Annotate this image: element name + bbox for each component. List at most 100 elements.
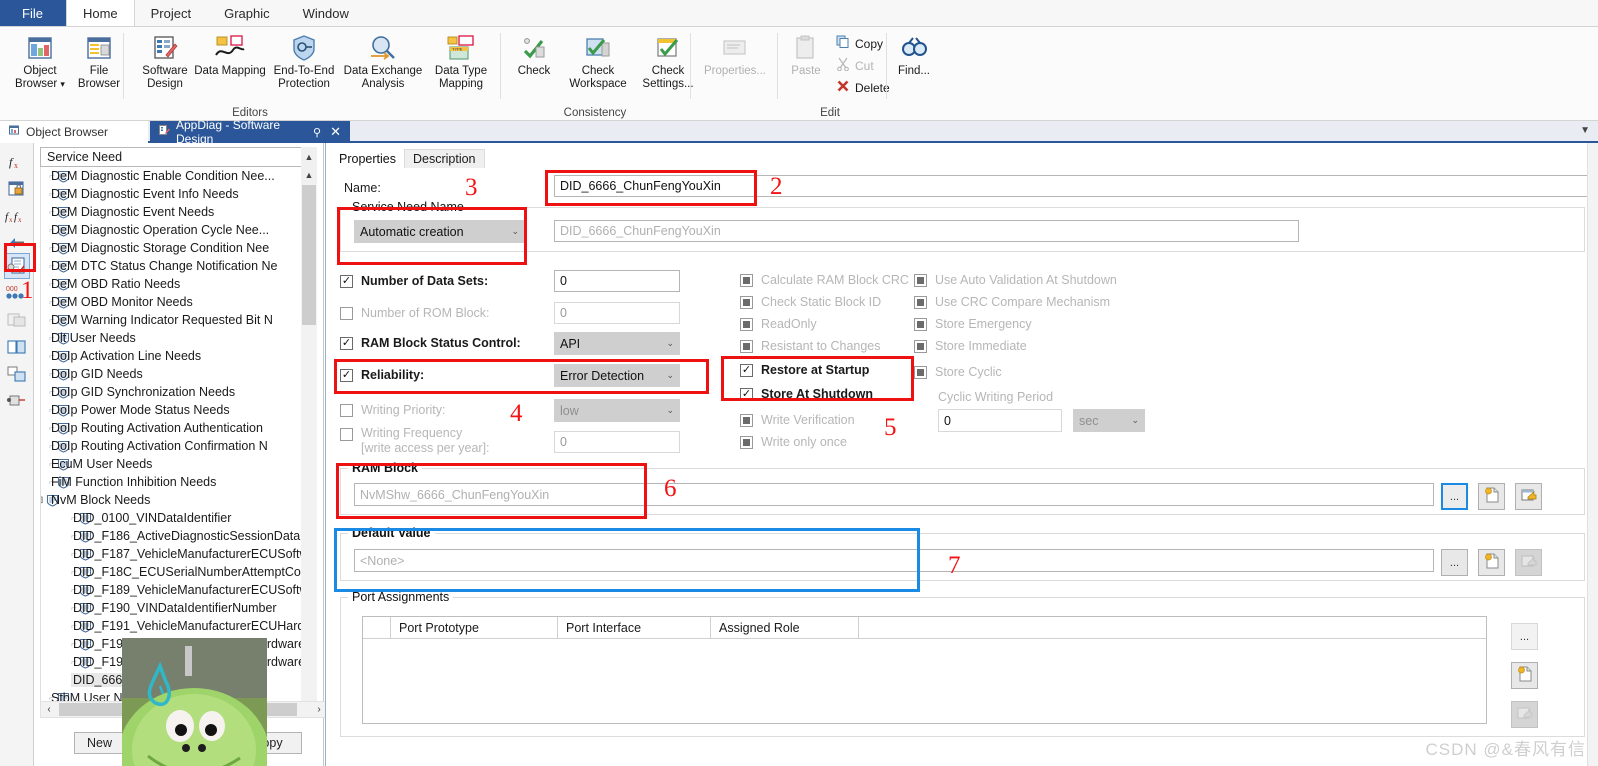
- data-type-mapping-button[interactable]: TYPE Data Type Mapping: [423, 31, 499, 91]
- default-value-browse-button[interactable]: ...: [1441, 549, 1468, 576]
- port-assignments-new-button[interactable]: [1511, 662, 1538, 689]
- use-crc-compare-mechanism-checkbox[interactable]: [914, 295, 927, 309]
- use-crc-compare-mechanism-row[interactable]: Use CRC Compare Mechanism: [914, 295, 1110, 309]
- end-to-end-protection-button[interactable]: End-To-End Protection: [265, 31, 343, 91]
- tree-item[interactable]: ⌐ DeM Diagnostic Operation Cycle Nee...: [41, 221, 312, 239]
- port-assignments-table[interactable]: Port Prototype Port Interface Assigned R…: [362, 616, 1487, 724]
- number-of-data-sets-checkbox[interactable]: [340, 274, 353, 288]
- number-of-data-sets-row[interactable]: Number of Data Sets:: [340, 274, 488, 288]
- tree-item[interactable]: ⌐ DoIp Activation Line Needs: [41, 347, 312, 365]
- ram-block-input[interactable]: NvMShw_6666_ChunFengYouXin: [354, 483, 1434, 506]
- store-immediate-checkbox[interactable]: [914, 339, 927, 353]
- restore-at-startup-row[interactable]: Restore at Startup: [740, 363, 869, 377]
- tab-overflow-chevron-down-icon[interactable]: ▼: [1580, 125, 1590, 136]
- component-icon[interactable]: [4, 334, 30, 360]
- ram-block-status-control-checkbox[interactable]: [340, 336, 353, 350]
- store-at-shutdown-checkbox[interactable]: [740, 387, 753, 401]
- tree-item[interactable]: ⌐ EcuM User Needs: [41, 455, 312, 473]
- fx-fx-icon[interactable]: fxfx: [4, 203, 30, 229]
- column-header-port-interface[interactable]: Port Interface: [558, 617, 711, 638]
- default-value-new-button[interactable]: [1478, 549, 1505, 576]
- column-header-port-prototype[interactable]: Port Prototype: [391, 617, 558, 638]
- tree-item[interactable]: ⌐ Dlt User Needs: [41, 329, 312, 347]
- readonly-row[interactable]: ReadOnly: [740, 317, 817, 331]
- service-need-icon[interactable]: [4, 253, 30, 279]
- properties-vertical-scrollbar[interactable]: [1587, 143, 1598, 766]
- service-need-name-input[interactable]: DID_6666_ChunFengYouXin: [554, 220, 1299, 242]
- fx-icon[interactable]: fx: [4, 149, 30, 175]
- doc-tab-appdiag-software-design[interactable]: AppDiag - Software Design ⚲ ✕: [150, 118, 350, 146]
- store-emergency-checkbox[interactable]: [914, 317, 927, 331]
- port-assignments-open-button[interactable]: [1511, 701, 1538, 728]
- ribbon-tab-file[interactable]: File: [0, 0, 66, 26]
- tree-item[interactable]: ⌐DID_F191_VehicleManufacturerECUHardware…: [41, 617, 312, 635]
- tree-item[interactable]: ⌐ DeM OBD Monitor Needs: [41, 293, 312, 311]
- tree-item[interactable]: ⌐ DoIp Routing Activation Confirmation N: [41, 437, 312, 455]
- writing-priority-row[interactable]: Writing Priority:: [340, 403, 446, 417]
- doc-tab-object-browser[interactable]: Object Browser: [0, 121, 148, 143]
- tree-item[interactable]: ⌐ DeM Warning Indicator Requested Bit N: [41, 311, 312, 329]
- ram-block-new-button[interactable]: [1478, 483, 1505, 510]
- port-assignments-browse-button[interactable]: ...: [1511, 623, 1538, 650]
- tab-description[interactable]: Description: [403, 149, 485, 168]
- number-of-rom-block-checkbox[interactable]: [340, 306, 353, 320]
- cyclic-writing-period-unit-select[interactable]: sec ⌄: [1073, 409, 1145, 432]
- ribbon-tab-project[interactable]: Project: [135, 0, 208, 26]
- tree-item[interactable]: ⌐ FiM Function Inhibition Needs: [41, 473, 312, 491]
- ribbon-tab-graphic[interactable]: Graphic: [208, 0, 287, 26]
- tree-item[interactable]: ⌐ DeM Diagnostic Enable Condition Nee...: [41, 167, 312, 185]
- tree-item[interactable]: ⊟ NvM Block Needs: [41, 491, 312, 509]
- calculate-ram-block-crc-row[interactable]: Calculate RAM Block CRC: [740, 273, 909, 287]
- write-only-once-row[interactable]: Write only once: [740, 435, 847, 449]
- writing-frequency-row[interactable]: Writing Frequency [write access per year]…: [340, 426, 490, 456]
- tree-item[interactable]: ⌐ DoIp Power Mode Status Needs: [41, 401, 312, 419]
- tree-scroll-left-arrow[interactable]: ‹: [41, 702, 57, 717]
- file-browser-button[interactable]: File Browser: [62, 31, 136, 91]
- tree-item[interactable]: ⌐DID_F189_VehicleManufacturerECUSoftware…: [41, 581, 312, 599]
- paste-button[interactable]: Paste: [780, 31, 832, 78]
- check-button[interactable]: Check: [506, 31, 562, 78]
- properties-button[interactable]: Properties...: [696, 31, 774, 78]
- reliability-checkbox[interactable]: [340, 368, 353, 382]
- writing-frequency-input[interactable]: 0: [554, 431, 680, 453]
- tree-item[interactable]: ⌐ DeM Diagnostic Storage Condition Nee: [41, 239, 312, 257]
- ram-block-status-control-select[interactable]: API ⌄: [554, 332, 680, 355]
- locked-data-icon[interactable]: [4, 176, 30, 202]
- default-value-open-button[interactable]: [1515, 549, 1542, 576]
- tree-item[interactable]: ⌐DID_F186_ActiveDiagnosticSessionDataIde…: [41, 527, 312, 545]
- write-only-once-checkbox[interactable]: [740, 435, 753, 449]
- data-exchange-analysis-button[interactable]: Data Exchange Analysis: [340, 31, 426, 91]
- writing-priority-checkbox[interactable]: [340, 403, 353, 417]
- tab-properties[interactable]: Properties: [331, 149, 404, 168]
- column-header-assigned-role[interactable]: Assigned Role: [711, 617, 859, 638]
- tree-item[interactable]: ⌐DID_F187_VehicleManufacturerECUSoftware…: [41, 545, 312, 563]
- readonly-checkbox[interactable]: [740, 317, 753, 331]
- check-workspace-button[interactable]: Check Workspace: [562, 31, 634, 91]
- tree-item[interactable]: ⌐ DoIp Routing Activation Authentication: [41, 419, 312, 437]
- package-icon[interactable]: [4, 307, 30, 333]
- writing-frequency-checkbox[interactable]: [340, 428, 353, 441]
- cyclic-writing-period-input[interactable]: 0: [938, 409, 1062, 432]
- tree-scroll-up-chevron-icon[interactable]: ▲: [301, 147, 317, 167]
- find-button[interactable]: Find...: [888, 31, 940, 78]
- use-auto-validation-at-shutdown-checkbox[interactable]: [914, 273, 927, 287]
- cut-button[interactable]: Cut: [836, 57, 874, 74]
- write-verification-row[interactable]: Write Verification: [740, 413, 855, 427]
- restore-at-startup-checkbox[interactable]: [740, 363, 753, 377]
- reliability-select[interactable]: Error Detection ⌄: [554, 364, 680, 387]
- check-static-block-id-row[interactable]: Check Static Block ID: [740, 295, 881, 309]
- composition-icon[interactable]: [4, 361, 30, 387]
- tree-item[interactable]: ⌐ DID_0100_VINDataIdentifier: [41, 509, 312, 527]
- ram-block-open-button[interactable]: [1515, 483, 1542, 510]
- calculate-ram-block-crc-checkbox[interactable]: [740, 273, 753, 287]
- ribbon-tab-window[interactable]: Window: [287, 0, 366, 26]
- write-verification-checkbox[interactable]: [740, 413, 753, 427]
- check-static-block-id-checkbox[interactable]: [740, 295, 753, 309]
- service-need-mode-select[interactable]: Automatic creation ⌄: [354, 220, 525, 243]
- connector-icon[interactable]: [4, 388, 30, 414]
- resistant-to-changes-row[interactable]: Resistant to Changes: [740, 339, 881, 353]
- number-of-rom-block-input[interactable]: 0: [554, 302, 680, 324]
- store-at-shutdown-row[interactable]: Store At Shutdown: [740, 387, 873, 401]
- pin-icon[interactable]: ⚲: [313, 126, 321, 139]
- ribbon-tab-home[interactable]: Home: [65, 0, 135, 26]
